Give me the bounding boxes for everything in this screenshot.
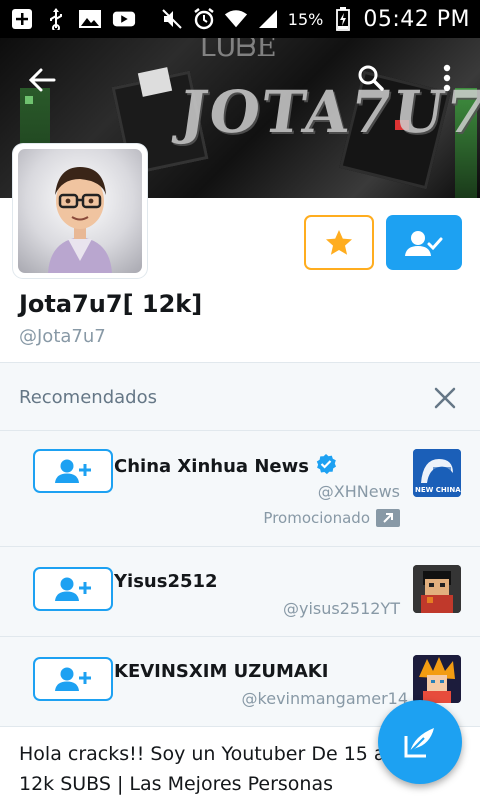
profile-handle: @Jota7u7 <box>19 326 106 347</box>
signal-icon <box>256 8 280 30</box>
recommended-user-handle: @kevinmangamer14 <box>241 689 408 708</box>
battery-percent: 15% <box>287 9 324 29</box>
user-add-icon <box>55 667 91 691</box>
search-icon <box>358 65 384 91</box>
add-icon <box>10 8 34 30</box>
recommended-user-name: KEVINSXIM UZUMAKI <box>114 661 329 682</box>
following-button[interactable] <box>386 215 462 270</box>
list-item[interactable]: Yisus2512 @yisus2512YT <box>0 547 480 637</box>
minecraft-avatar-icon <box>413 565 461 613</box>
recommended-user-name-text: China Xinhua News <box>114 456 309 477</box>
follow-button[interactable] <box>33 657 113 701</box>
youtube-icon <box>112 8 136 30</box>
list-item[interactable]: China Xinhua News @XHNews Promocionado N… <box>0 431 480 547</box>
recommended-user-handle: @XHNews <box>317 482 400 501</box>
recommendations-title: Recomendados <box>19 387 157 408</box>
profile-display-name: Jota7u7[ 12k] <box>19 290 203 318</box>
image-icon <box>78 8 102 30</box>
recommendations-header: Recomendados <box>0 363 480 431</box>
favorite-button[interactable] <box>304 215 374 270</box>
star-icon <box>326 229 352 255</box>
compose-feather-icon <box>404 728 434 758</box>
verified-badge-icon <box>315 453 337 480</box>
recommended-user-avatar: NEW CHINA <box>413 449 461 497</box>
follow-button[interactable] <box>33 567 113 611</box>
follow-button[interactable] <box>33 449 113 493</box>
search-button[interactable] <box>351 58 391 98</box>
avatar-image <box>18 149 142 273</box>
anime-avatar-icon <box>413 655 461 703</box>
cartoon-avatar-icon <box>48 167 112 273</box>
back-button[interactable] <box>22 60 62 100</box>
banner-top-text: ᒪᑌᗷE <box>200 38 277 63</box>
recommended-user-handle: @yisus2512YT <box>283 599 400 618</box>
more-vertical-icon <box>443 64 451 92</box>
user-check-icon <box>405 230 443 256</box>
recommended-user-name: Yisus2512 <box>114 571 218 592</box>
recommended-user-avatar <box>413 655 461 703</box>
avatar[interactable] <box>13 144 147 278</box>
xinhua-logo-text: NEW CHINA <box>415 486 461 494</box>
recommendations-panel: Recomendados China Xinhua News @XHNews P… <box>0 362 480 726</box>
compose-tweet-button[interactable] <box>378 700 462 784</box>
recommended-user-avatar <box>413 565 461 613</box>
mute-icon <box>160 8 184 30</box>
user-add-icon <box>55 577 91 601</box>
recommended-user-name: China Xinhua News <box>114 453 337 480</box>
promoted-text: Promocionado <box>263 509 370 527</box>
user-add-icon <box>55 459 91 483</box>
dismiss-recommendations-button[interactable] <box>428 381 462 415</box>
promoted-label: Promocionado <box>263 509 400 527</box>
battery-charging-icon <box>331 7 355 31</box>
close-icon <box>434 387 456 409</box>
clock: 05:42 PM <box>363 6 470 32</box>
wifi-icon <box>224 8 248 30</box>
status-bar: 15% 05:42 PM <box>0 0 480 38</box>
back-arrow-icon <box>28 68 56 92</box>
usb-icon <box>44 8 68 30</box>
promoted-arrow-icon <box>376 509 400 527</box>
alarm-icon <box>192 8 216 30</box>
overflow-menu-button[interactable] <box>427 58 467 98</box>
